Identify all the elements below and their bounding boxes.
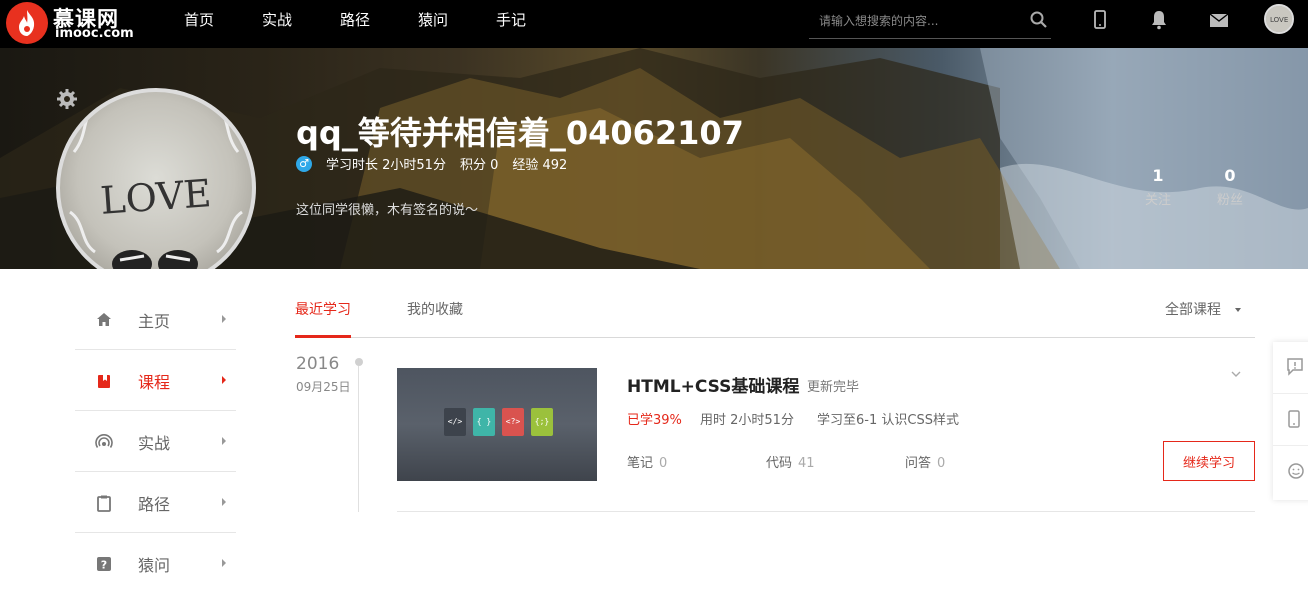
logo-domain: imooc.com <box>55 26 134 41</box>
mail-icon[interactable] <box>1207 8 1231 32</box>
nav-item-path[interactable]: 路径 <box>316 0 394 48</box>
chat-smile-icon <box>1288 463 1304 479</box>
profile-sidebar-menu: 主页 课程 实战 路径 ? 猿问 <box>75 289 236 594</box>
chevron-right-icon <box>222 498 226 506</box>
svg-text:?: ? <box>101 559 107 572</box>
continue-learning-button[interactable]: 继续学习 <box>1163 441 1255 481</box>
file-icon-html: </> <box>444 408 466 436</box>
sidebar-item-label: 主页 <box>138 312 171 331</box>
file-icon-js: {;} <box>531 408 553 436</box>
nav-item-notes[interactable]: 手记 <box>472 0 550 48</box>
main-nav: 首页 实战 路径 猿问 手记 <box>160 0 550 48</box>
course-update-status: 更新完毕 <box>807 380 860 395</box>
study-time: 学习时长 2小时51分 <box>326 158 446 173</box>
search-input[interactable] <box>819 9 1019 33</box>
qa-count: 0 <box>937 456 946 471</box>
following-label: 关注 <box>1144 193 1171 208</box>
broadcast-icon <box>95 434 113 448</box>
course-title[interactable]: HTML+CSS基础课程 <box>627 372 799 397</box>
sidebar-item-home[interactable]: 主页 <box>75 289 236 350</box>
code-count: 41 <box>798 456 815 471</box>
followers-count: 0 <box>1224 166 1236 185</box>
timeline-dot <box>355 358 363 366</box>
profile-username: qq_等待并相信着_04062107 <box>296 114 744 152</box>
imooc-logo[interactable]: 慕课网 imooc.com <box>6 2 136 46</box>
points: 积分 0 <box>459 158 499 173</box>
feedback-icon <box>1287 358 1303 376</box>
chevron-right-icon <box>222 559 226 567</box>
floating-toolbar <box>1273 342 1308 500</box>
sidebar-item-label: 实战 <box>138 434 171 453</box>
course-learned-to: 学习至6-1 认识CSS样式 <box>817 413 959 428</box>
profile-avatar: LOVE <box>56 88 256 269</box>
user-avatar-small[interactable]: LOVE <box>1264 4 1294 34</box>
notification-bell-icon[interactable] <box>1147 8 1171 32</box>
mobile-app-icon[interactable] <box>1088 8 1112 32</box>
course-filter-dropdown[interactable]: 全部课程 <box>1165 299 1241 319</box>
question-icon: ? <box>97 557 111 572</box>
book-icon <box>98 375 110 388</box>
profile-banner: LOVE qq_等待并相信着_04062107 ♂ 学习时长 2小时51分 积分… <box>0 48 1308 269</box>
file-icon-css: { } <box>473 408 495 436</box>
followers-label: 粉丝 <box>1216 193 1243 208</box>
sidebar-item-label: 课程 <box>138 373 171 392</box>
svg-text:LOVE: LOVE <box>1270 16 1288 24</box>
chevron-right-icon <box>222 315 226 323</box>
settings-gear-icon[interactable] <box>56 88 78 110</box>
home-icon <box>97 313 111 326</box>
course-filter-label: 全部课程 <box>1165 302 1221 318</box>
nav-item-home[interactable]: 首页 <box>160 0 238 48</box>
file-icon-php: <?> <box>502 408 524 436</box>
feedback-button[interactable] <box>1273 342 1308 394</box>
notes-count: 0 <box>659 456 668 471</box>
chevron-down-icon[interactable] <box>1230 368 1242 380</box>
notes-label: 笔记 <box>627 456 654 471</box>
sidebar-item-courses[interactable]: 课程 <box>75 350 236 411</box>
qa-label: 问答 <box>905 456 932 471</box>
sidebar-item-label: 猿问 <box>138 556 171 575</box>
tab-recent[interactable]: 最近学习 <box>295 299 351 319</box>
qa-metric[interactable]: 问答 0 <box>905 452 945 471</box>
notes-metric[interactable]: 笔记 0 <box>627 452 667 471</box>
profile-stats: ♂ 学习时长 2小时51分 积分 0 经验 492 <box>296 154 581 173</box>
timeline-year: 2016 <box>296 354 340 374</box>
following-stat[interactable]: 1 关注 <box>1133 166 1183 208</box>
course-time-spent: 用时 2小时51分 <box>700 413 794 428</box>
experience: 经验 492 <box>512 158 568 173</box>
profile-signature: 这位同学很懒，木有签名的说～ <box>296 203 479 218</box>
course-progress: 已学39% <box>627 413 682 428</box>
following-count: 1 <box>1152 166 1164 185</box>
chat-button[interactable] <box>1273 446 1308 498</box>
followers-stat[interactable]: 0 粉丝 <box>1205 166 1255 208</box>
top-navbar: 慕课网 imooc.com 首页 实战 路径 猿问 手记 LOVE <box>0 0 1308 48</box>
chevron-right-icon <box>222 437 226 445</box>
timeline-date: 09月25日 <box>296 380 351 394</box>
course-tabs: 最近学习 我的收藏 全部课程 <box>295 279 1255 338</box>
clipboard-icon <box>97 495 111 512</box>
nav-item-qa[interactable]: 猿问 <box>394 0 472 48</box>
code-label: 代码 <box>766 456 793 471</box>
phone-icon <box>1288 410 1300 428</box>
card-divider <box>397 511 1255 512</box>
active-tab-indicator <box>295 335 351 338</box>
code-metric[interactable]: 代码 41 <box>766 452 815 471</box>
timeline-line <box>358 366 359 512</box>
mobile-app-button[interactable] <box>1273 394 1308 446</box>
sidebar-item-practice[interactable]: 实战 <box>75 411 236 472</box>
caret-down-icon <box>1235 308 1241 312</box>
course-thumbnail[interactable]: </> { } <?> {;} <box>397 368 597 481</box>
svg-text:LOVE: LOVE <box>99 171 213 223</box>
search-box <box>809 4 1051 39</box>
sidebar-item-qa[interactable]: ? 猿问 <box>75 533 236 594</box>
tab-favorites[interactable]: 我的收藏 <box>407 299 463 319</box>
sidebar-item-path[interactable]: 路径 <box>75 472 236 533</box>
nav-item-practice[interactable]: 实战 <box>238 0 316 48</box>
male-icon: ♂ <box>296 155 312 172</box>
sidebar-item-label: 路径 <box>138 495 171 514</box>
search-icon[interactable] <box>1029 10 1049 30</box>
flame-logo-icon <box>6 2 48 44</box>
chevron-right-icon <box>222 376 226 384</box>
